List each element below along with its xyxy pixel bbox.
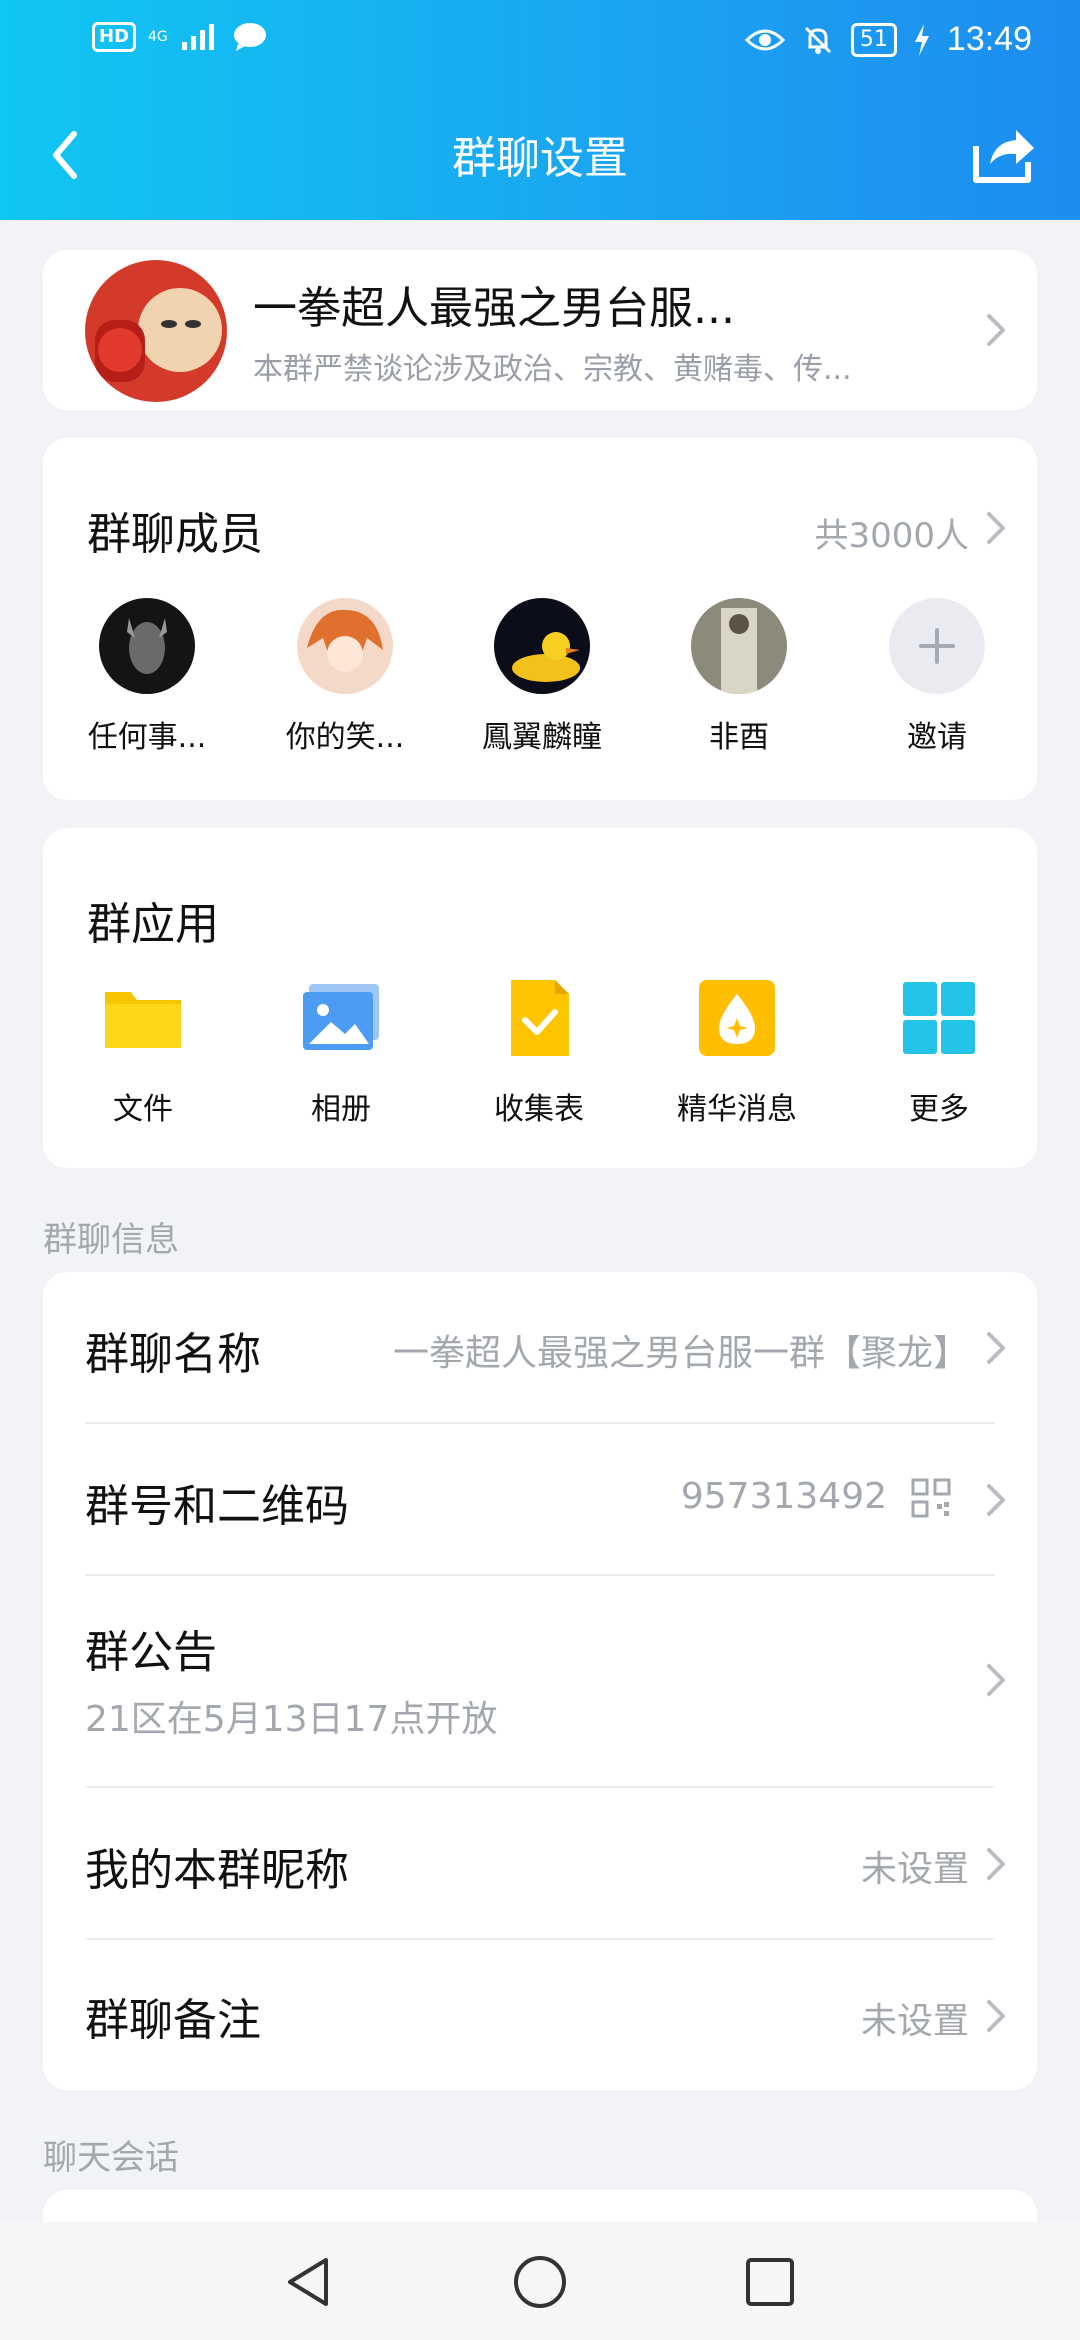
chevron-right-icon[interactable]	[985, 510, 1007, 546]
app-label: 相册	[311, 1092, 371, 1127]
nav-recents-icon[interactable]	[740, 2252, 800, 2312]
member-avatar	[297, 598, 393, 694]
form-icon	[497, 976, 581, 1060]
message-bubble-icon	[233, 23, 266, 51]
app-label: 更多	[909, 1092, 969, 1127]
member-name: 鳳翼麟瞳	[482, 720, 602, 755]
nav-back-icon[interactable]	[280, 2252, 340, 2312]
app-label: 文件	[113, 1092, 173, 1127]
notice-preview: 21区在5月13日17点开放	[85, 1699, 498, 1740]
charging-icon	[914, 23, 929, 56]
members-count[interactable]: 共3000人	[814, 508, 969, 557]
status-right: 51 13:49	[744, 20, 1032, 59]
nav-home-icon[interactable]	[510, 2252, 570, 2312]
member-avatar	[99, 598, 195, 694]
app-album[interactable]: 相册	[261, 976, 421, 1128]
row-value: 一拳超人最强之男台服一群【聚龙】	[392, 1333, 969, 1374]
group-info-card: 群聊名称 一拳超人最强之男台服一群【聚龙】 群号和二维码 957313492 群…	[43, 1272, 1037, 2090]
app-files[interactable]: 文件	[63, 976, 223, 1128]
chevron-right-icon	[987, 314, 1005, 346]
signal-icon	[181, 24, 214, 50]
member-avatar	[691, 598, 787, 694]
invite-button[interactable]: 邀请	[867, 598, 1007, 756]
share-button[interactable]	[966, 118, 1040, 192]
members-title: 群聊成员	[87, 509, 263, 560]
member-item[interactable]: 你的笑...	[275, 598, 415, 756]
essence-icon	[695, 976, 779, 1060]
grid-icon	[897, 976, 981, 1060]
clock: 13:49	[946, 20, 1032, 58]
section-caption-info: 群聊信息	[43, 1220, 179, 1260]
row-group-id-qrcode[interactable]: 群号和二维码 957313492	[43, 1424, 1037, 1574]
group-apps-card: 群应用 文件 相册 收集表 精华消息 更多	[43, 828, 1037, 1168]
share-icon	[973, 130, 1034, 183]
row-group-notice[interactable]: 群公告 21区在5月13日17点开放	[43, 1576, 1037, 1786]
group-description: 本群严禁谈论涉及政治、宗教、黄赌毒、传...	[253, 352, 852, 387]
album-icon	[299, 976, 383, 1060]
section-caption-chat: 聊天会话	[43, 2138, 179, 2178]
chevron-right-icon	[987, 1848, 1005, 1880]
app-form[interactable]: 收集表	[459, 976, 619, 1128]
hd-badge: HD	[92, 22, 137, 52]
members-card: 群聊成员 共3000人 任何事... 你的笑... 鳳翼麟瞳 非酉 邀请	[43, 438, 1037, 800]
row-group-remark[interactable]: 群聊备注 未设置	[43, 1940, 1037, 2090]
system-nav-bar	[0, 2222, 1080, 2340]
plus-icon	[889, 598, 985, 694]
header: HD 4G 51 13:49 群聊设置	[0, 0, 1080, 220]
app-label: 精华消息	[677, 1092, 797, 1127]
invite-label: 邀请	[907, 720, 967, 755]
chevron-right-icon	[987, 1484, 1005, 1516]
status-bar: HD 4G 51 13:49	[0, 0, 1080, 86]
row-label: 群聊备注	[85, 1995, 261, 2046]
group-number: 957313492	[680, 1476, 887, 1517]
title-bar: 群聊设置	[0, 100, 1080, 210]
row-group-name[interactable]: 群聊名称 一拳超人最强之男台服一群【聚龙】	[43, 1272, 1037, 1422]
member-item[interactable]: 鳳翼麟瞳	[472, 598, 612, 756]
mute-bell-icon	[804, 26, 831, 54]
row-label: 群号和二维码	[85, 1481, 349, 1532]
member-item[interactable]: 任何事...	[77, 598, 217, 756]
app-more[interactable]: 更多	[859, 976, 1019, 1128]
row-value: 未设置	[860, 1849, 969, 1890]
qrcode-icon	[911, 1478, 951, 1518]
app-essence[interactable]: 精华消息	[657, 976, 817, 1128]
status-left: HD 4G	[92, 22, 268, 52]
row-label: 群公告	[85, 1627, 217, 1678]
member-name: 你的笑...	[285, 720, 405, 755]
row-my-nickname[interactable]: 我的本群昵称 未设置	[43, 1788, 1037, 1938]
battery-level: 51	[850, 22, 897, 57]
member-item[interactable]: 非酉	[669, 598, 809, 756]
page-title: 群聊设置	[452, 133, 628, 184]
app-label: 收集表	[494, 1092, 584, 1127]
folder-icon	[101, 976, 185, 1060]
group-avatar	[85, 260, 227, 402]
group-name: 一拳超人最强之男台服...	[253, 283, 735, 334]
row-label: 群聊名称	[85, 1329, 261, 1380]
apps-title: 群应用	[87, 899, 219, 950]
member-avatar	[494, 598, 590, 694]
chevron-right-icon	[987, 2000, 1005, 2032]
chevron-right-icon	[987, 1332, 1005, 1364]
group-profile-card[interactable]: 一拳超人最强之男台服... 本群严禁谈论涉及政治、宗教、黄赌毒、传...	[43, 250, 1037, 410]
row-label: 我的本群昵称	[85, 1845, 349, 1896]
row-value: 未设置	[860, 2001, 969, 2042]
member-name: 任何事...	[87, 720, 207, 755]
network-label: 4G	[148, 29, 168, 45]
chevron-right-icon	[987, 1664, 1005, 1696]
member-name: 非酉	[709, 720, 769, 755]
eye-icon	[744, 29, 785, 50]
